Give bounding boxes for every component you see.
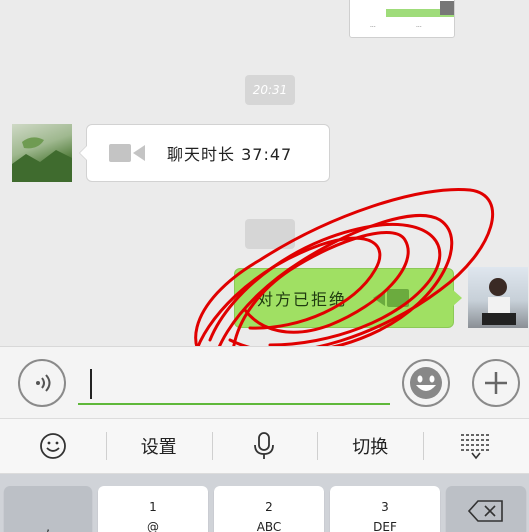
text-cursor <box>90 369 92 399</box>
avatar-image <box>12 137 72 182</box>
key-punctuation[interactable]: , <box>4 486 92 532</box>
call-duration-text: 聊天时长 37:47 <box>167 145 293 164</box>
image-message-thumbnail[interactable]: ... ... <box>349 0 455 38</box>
ime-collapse-button[interactable] <box>423 418 529 474</box>
key-label: 1 <box>149 500 157 514</box>
image-caption-right: ... <box>416 22 422 29</box>
image-mini-avatar <box>440 1 454 15</box>
ime-toolbar: 设置 切换 <box>0 418 529 474</box>
my-avatar[interactable] <box>468 267 528 328</box>
timestamp-divider: 20:31 <box>245 75 295 105</box>
key-sublabel: , <box>46 520 50 532</box>
key-2[interactable]: 2 ABC <box>214 486 324 532</box>
key-label: 3 <box>381 500 389 514</box>
key-label: 2 <box>265 500 273 514</box>
outgoing-video-call-bubble[interactable]: 对方已拒绝 <box>234 268 462 328</box>
ime-voice-button[interactable] <box>211 418 318 474</box>
message-text-input[interactable] <box>78 361 390 405</box>
voice-wave-icon <box>36 374 51 392</box>
chat-area: ... ... 20:31 聊天时长 37:47 对方已拒绝 <box>0 0 529 346</box>
ime-settings-button[interactable]: 设置 <box>105 418 212 474</box>
video-call-icon <box>109 144 145 162</box>
ime-switch-button[interactable]: 切换 <box>317 418 423 474</box>
ime-emoji-button[interactable] <box>0 418 106 474</box>
incoming-video-call-bubble[interactable]: 聊天时长 37:47 <box>79 124 330 182</box>
keyboard-collapse-icon <box>461 434 492 460</box>
keyboard: , 1 @ 2 ABC 3 DEF <box>0 474 529 532</box>
key-sublabel: @ <box>147 520 159 532</box>
key-sublabel: DEF <box>373 520 397 532</box>
more-actions-button[interactable] <box>472 359 520 407</box>
contact-avatar[interactable] <box>12 124 72 182</box>
avatar-image <box>482 278 516 325</box>
key-backspace[interactable] <box>446 486 526 532</box>
timestamp-divider-obscured <box>245 219 295 249</box>
emoji-face-icon <box>39 433 66 459</box>
image-caption-left: ... <box>370 22 376 29</box>
emoji-button[interactable] <box>402 359 450 407</box>
plus-icon <box>485 372 507 394</box>
voice-input-button[interactable] <box>18 359 66 407</box>
backspace-icon <box>468 500 503 522</box>
key-1[interactable]: 1 @ <box>98 486 208 532</box>
message-input-bar <box>0 346 529 418</box>
video-call-icon <box>373 289 410 307</box>
key-3[interactable]: 3 DEF <box>330 486 440 532</box>
microphone-icon <box>254 432 275 459</box>
smiley-face-icon <box>410 367 442 399</box>
call-status-text: 对方已拒绝 <box>257 290 348 309</box>
key-sublabel: ABC <box>256 520 282 532</box>
